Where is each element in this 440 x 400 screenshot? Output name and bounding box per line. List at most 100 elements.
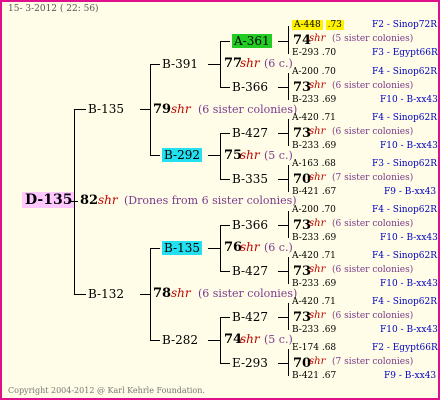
gen4-lower-row: E-293 .70 xyxy=(292,48,336,58)
gen4-note: (5 sister colonies) xyxy=(332,34,414,44)
gen1-label[interactable]: B-135 xyxy=(88,102,124,116)
gen3-bracket xyxy=(220,225,221,271)
root-note: (Drones from 6 sister colonies) xyxy=(124,194,297,207)
gen3-label[interactable]: E-293 xyxy=(232,356,268,370)
gen2-label[interactable]: B-135 xyxy=(162,241,202,255)
gen2-note: (5 c.) xyxy=(264,149,293,162)
gen4-upper-label[interactable]: A-420 xyxy=(292,113,319,123)
gen4-lower-value: .69 xyxy=(321,141,337,151)
gen4-lower-row: B-233 .69 xyxy=(292,95,336,105)
gen4-upper-line: F2 - Egypt66R xyxy=(372,343,438,353)
header-timestamp: 15- 3-2012 ( 22: 56) xyxy=(8,4,99,14)
gen4-shr: shr xyxy=(309,126,326,137)
gen2-label[interactable]: B-292 xyxy=(162,148,202,162)
gen4-lower-row: B-421 .67 xyxy=(292,187,336,197)
root-shr: shr xyxy=(98,193,118,207)
gen3-label[interactable]: A-361 xyxy=(232,34,272,48)
root-queen-label[interactable]: D-135 xyxy=(22,192,76,208)
gen4-lower-row: B-421 .67 xyxy=(292,371,336,381)
gen4-lower-value: .70 xyxy=(321,48,337,58)
gen4-lower-label[interactable]: B-421 xyxy=(292,187,319,197)
gen2-label[interactable]: B-391 xyxy=(162,57,198,71)
gen3-bracket xyxy=(220,41,221,87)
gen3-label[interactable]: B-366 xyxy=(232,218,268,232)
gen3-label[interactable]: B-335 xyxy=(232,172,268,186)
gen4-connector xyxy=(278,179,288,180)
gen1-number: 78 xyxy=(153,286,172,301)
gen4-lower-value: .67 xyxy=(321,371,337,381)
gen4-lower-row: B-233 .69 xyxy=(292,233,336,243)
gen4-note: (6 sister colonies) xyxy=(332,265,414,275)
gen4-shr: shr xyxy=(309,264,326,275)
gen1-shr: shr xyxy=(171,286,191,300)
gen2-connector xyxy=(140,109,150,110)
gen3-stub xyxy=(220,87,230,88)
gen4-connector xyxy=(278,271,288,272)
gen4-lower-line: F9 - B-xx43 xyxy=(384,187,437,197)
gen4-upper-value: .68 xyxy=(321,343,337,353)
gen4-lower-value: .69 xyxy=(321,325,337,335)
gen4-bracket xyxy=(288,165,289,192)
gen2-bracket xyxy=(150,248,151,340)
gen4-lower-row: B-233 .69 xyxy=(292,141,336,151)
gen4-lower-line: F10 - B-xx43 xyxy=(380,141,438,151)
gen1-label[interactable]: B-132 xyxy=(88,287,124,301)
gen3-label[interactable]: B-427 xyxy=(232,264,268,278)
pedigree-panel: 15- 3-2012 ( 22: 56) D-135 82 shr (Drone… xyxy=(0,0,440,400)
gen4-upper-row: A-448 .73 xyxy=(292,20,344,30)
gen4-lower-row: B-233 .69 xyxy=(292,325,336,335)
gen2-shr: shr xyxy=(240,332,260,346)
gen4-lower-label[interactable]: B-421 xyxy=(292,371,319,381)
gen4-lower-label[interactable]: E-293 xyxy=(292,48,319,58)
gen4-lower-line: F10 - B-xx43 xyxy=(380,279,438,289)
gen4-lower-label[interactable]: B-233 xyxy=(292,233,319,243)
gen4-lower-label[interactable]: B-233 xyxy=(292,325,319,335)
gen4-upper-label[interactable]: A-420 xyxy=(292,251,319,261)
gen2-connector xyxy=(140,294,150,295)
gen3-bracket xyxy=(220,133,221,179)
gen1-connector xyxy=(74,294,86,295)
gen4-upper-label[interactable]: A-420 xyxy=(292,297,319,307)
gen4-lower-label[interactable]: B-233 xyxy=(292,279,319,289)
gen4-connector xyxy=(278,41,288,42)
gen2-note: (5 c.) xyxy=(264,333,293,346)
gen4-bracket xyxy=(288,257,289,284)
gen2-stub xyxy=(150,248,160,249)
gen4-upper-label[interactable]: E-174 xyxy=(292,343,319,353)
gen4-lower-label[interactable]: B-233 xyxy=(292,141,319,151)
gen4-lower-line: F10 - B-xx43 xyxy=(380,325,438,335)
gen4-bracket xyxy=(288,349,289,376)
gen3-bracket xyxy=(220,317,221,363)
gen4-note: (6 sister colonies) xyxy=(332,81,414,91)
gen3-label[interactable]: B-427 xyxy=(232,310,268,324)
gen3-stub xyxy=(220,363,230,364)
gen4-upper-label[interactable]: A-200 xyxy=(292,67,319,77)
gen4-upper-label[interactable]: A-448 xyxy=(292,20,323,30)
gen4-lower-value: .67 xyxy=(321,187,337,197)
gen4-connector xyxy=(278,225,288,226)
gen4-upper-value: .71 xyxy=(321,113,336,123)
gen3-stub xyxy=(220,133,230,134)
gen2-shr: shr xyxy=(240,240,260,254)
gen4-upper-label[interactable]: A-163 xyxy=(292,159,319,169)
gen4-upper-label[interactable]: A-200 xyxy=(292,205,319,215)
gen4-lower-value: .69 xyxy=(321,233,337,243)
gen4-upper-row: A-200 .70 xyxy=(292,67,336,77)
gen4-upper-line: F4 - Sinop62R xyxy=(372,251,437,261)
gen3-label[interactable]: B-366 xyxy=(232,80,268,94)
gen4-upper-value: .73 xyxy=(325,20,344,30)
gen4-lower-line: F3 - Egypt66R xyxy=(372,48,438,58)
gen4-lower-line: F10 - B-xx43 xyxy=(380,233,438,243)
gen4-connector xyxy=(278,317,288,318)
gen2-label[interactable]: B-282 xyxy=(162,333,198,347)
gen2-bracket xyxy=(150,64,151,155)
gen2-note: (6 c.) xyxy=(264,241,293,254)
gen4-lower-label[interactable]: B-233 xyxy=(292,95,319,105)
gen3-connector xyxy=(208,340,220,341)
gen3-label[interactable]: B-427 xyxy=(232,126,268,140)
gen4-lower-value: .69 xyxy=(321,279,337,289)
gen3-stub xyxy=(220,41,230,42)
gen4-connector xyxy=(278,363,288,364)
gen4-shr: shr xyxy=(309,218,326,229)
gen3-connector xyxy=(208,64,220,65)
